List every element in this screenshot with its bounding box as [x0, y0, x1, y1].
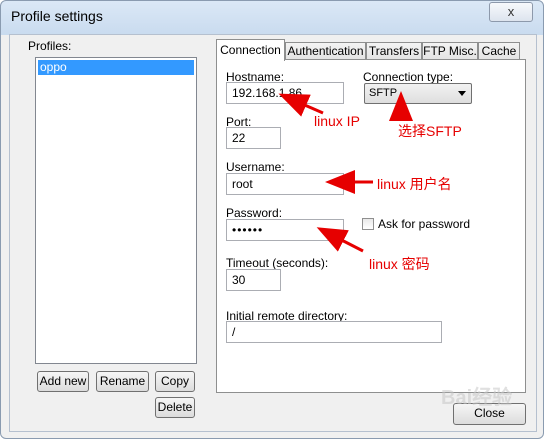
arrow-to-password: [316, 227, 364, 253]
profile-settings-window: Profile settings x Profiles: oppo Add ne…: [0, 0, 544, 439]
annotation-linux-password: linux 密码: [369, 256, 430, 272]
annotation-arrows: [278, 91, 413, 253]
arrow-to-hostname: [278, 93, 324, 117]
tab-connection[interactable]: Connection: [216, 39, 285, 61]
annotation-select-sftp: 选择SFTP: [398, 123, 462, 139]
annotation-linux-username: linux 用户名: [377, 176, 452, 192]
annotation-linux-ip: linux IP: [314, 113, 360, 129]
